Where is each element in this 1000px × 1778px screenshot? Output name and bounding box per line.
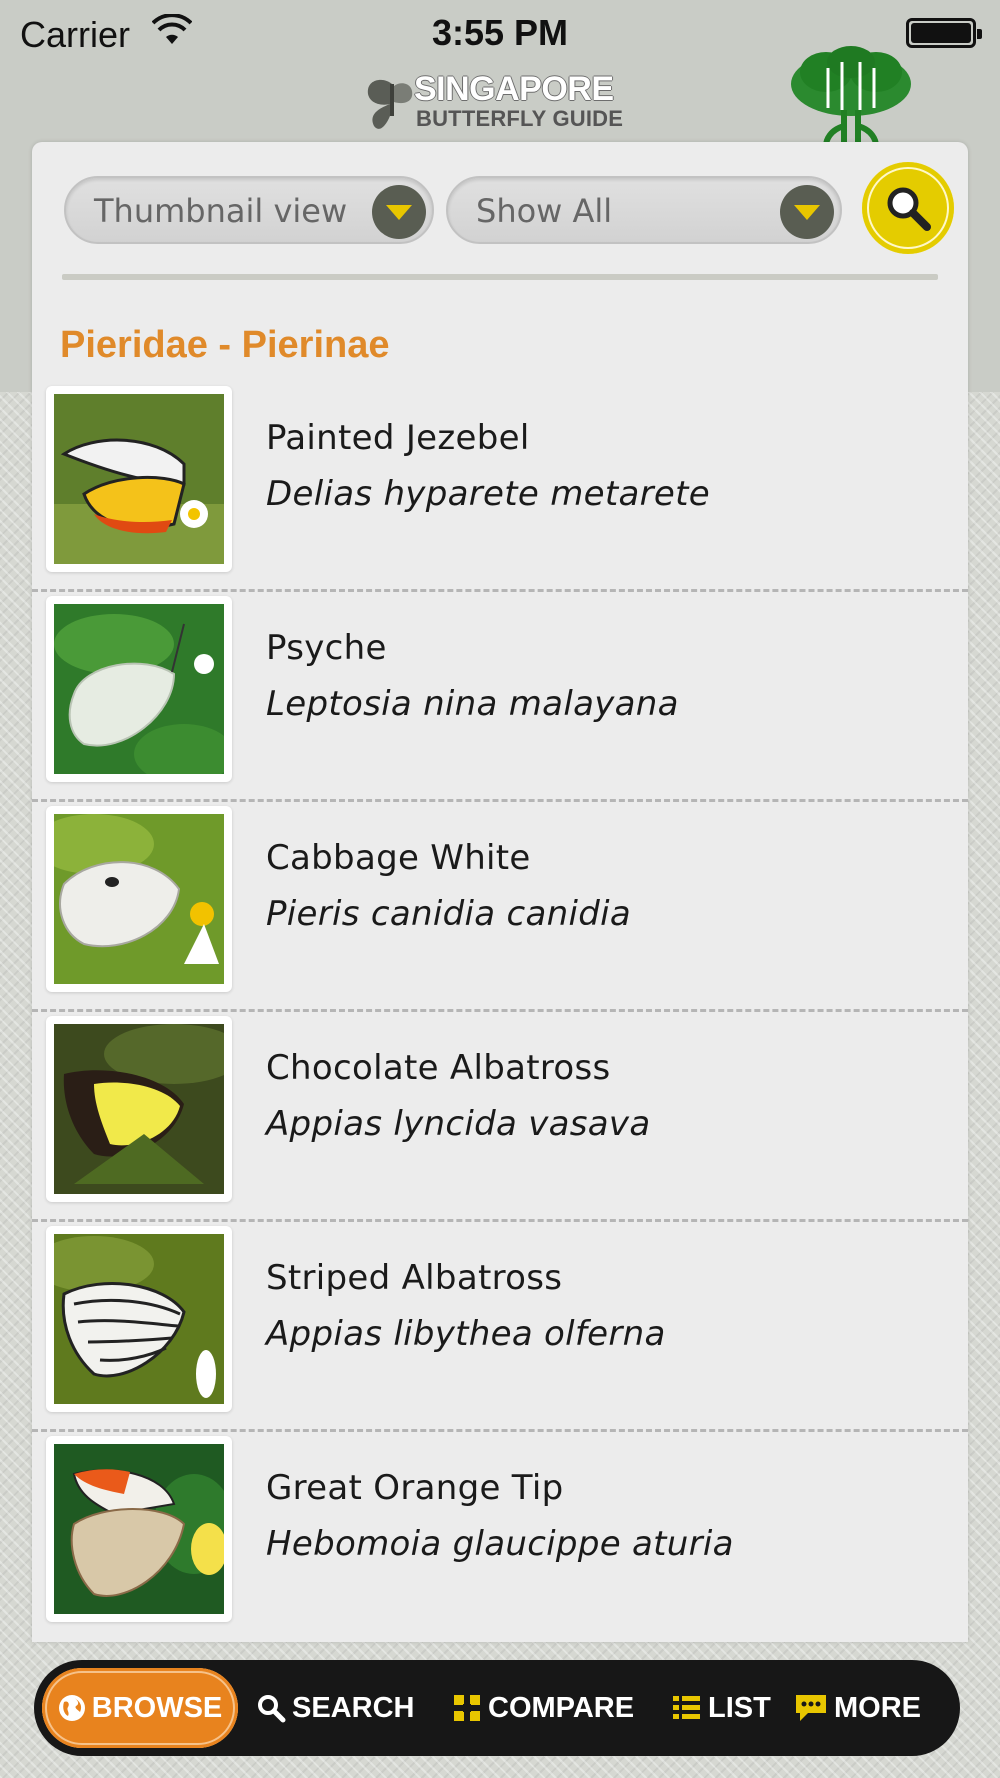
species-scientific-name: Appias libythea olferna [266,1314,666,1354]
compare-icon [454,1695,480,1721]
magnifier-icon [887,187,931,231]
species-common-name: Striped Albatross [266,1258,563,1298]
tab-compare-label: COMPARE [488,1691,635,1724]
chevron-down-icon [780,185,834,239]
painted-jezebel-photo [54,394,224,564]
toolbar-divider [62,274,938,280]
psyche-photo [54,604,224,774]
logo-subtitle: BUTTERFLY GUIDE [416,106,624,131]
species-thumbnail [46,1226,232,1412]
filter-toolbar: Thumbnail view Show All [32,142,968,282]
tab-more-label: MORE [834,1691,921,1724]
tab-browse[interactable]: BROWSE [42,1668,238,1748]
tab-list[interactable]: LIST [672,1660,771,1756]
category-filter-value: Show All [476,192,613,230]
list-item[interactable]: Chocolate Albatross Appias lyncida vasav… [32,1012,968,1222]
cabbage-white-photo [54,814,224,984]
species-common-name: Chocolate Albatross [266,1048,611,1088]
tab-search-label: SEARCH [292,1691,415,1724]
chocolate-albatross-photo [54,1024,224,1194]
category-filter-dropdown[interactable]: Show All [446,176,842,244]
species-thumbnail [46,1016,232,1202]
great-orange-tip-photo [54,1444,224,1614]
battery-icon [906,18,982,48]
species-scientific-name: Leptosia nina malayana [266,684,679,724]
list-item[interactable]: Great Orange Tip Hebomoia glaucippe atur… [32,1432,968,1642]
chat-bubble-icon [796,1695,826,1721]
list-item[interactable]: Painted Jezebel Delias hyparete metarete [32,382,968,592]
list-item[interactable]: Cabbage White Pieris canidia canidia [32,802,968,1012]
species-common-name: Painted Jezebel [266,418,530,458]
tab-list-label: LIST [708,1691,771,1724]
globe-icon [58,1695,85,1721]
species-scientific-name: Appias lyncida vasava [266,1104,651,1144]
species-common-name: Great Orange Tip [266,1468,564,1508]
list-item[interactable]: Striped Albatross Appias libythea olfern… [32,1222,968,1432]
butterfly-icon [367,79,413,129]
species-thumbnail [46,806,232,992]
view-mode-value: Thumbnail view [94,192,348,230]
species-thumbnail [46,1436,232,1622]
species-thumbnail [46,386,232,572]
tab-search[interactable]: SEARCH [256,1660,414,1756]
tree-icon [791,46,911,146]
view-mode-dropdown[interactable]: Thumbnail view [64,176,434,244]
species-common-name: Cabbage White [266,838,531,878]
tab-browse-label: BROWSE [91,1691,223,1724]
species-common-name: Psyche [266,628,387,668]
species-scientific-name: Delias hyparete metarete [266,474,710,514]
tab-compare[interactable]: COMPARE [452,1660,634,1756]
bottom-tab-bar: BROWSE SEARCH COMPARE LIST MORE [34,1660,960,1756]
species-scientific-name: Hebomoia glaucippe aturia [266,1524,734,1564]
chevron-down-icon [372,185,426,239]
section-title: Pieridae - Pierinae [60,324,390,366]
logo-title: SINGAPORE [414,70,614,108]
species-scientific-name: Pieris canidia canidia [266,894,631,934]
striped-albatross-photo [54,1234,224,1404]
list-icon [673,1696,700,1719]
tab-more[interactable]: MORE [794,1660,921,1756]
search-icon [258,1695,286,1723]
app-logo: SINGAPORE BUTTERFLY GUIDE [362,70,642,138]
list-item[interactable]: Psyche Leptosia nina malayana [32,592,968,802]
species-card: Thumbnail view Show All Pieridae - Pieri… [32,142,968,1642]
species-list: Painted Jezebel Delias hyparete metarete [32,382,968,1642]
species-thumbnail [46,596,232,782]
search-button[interactable] [862,162,954,254]
